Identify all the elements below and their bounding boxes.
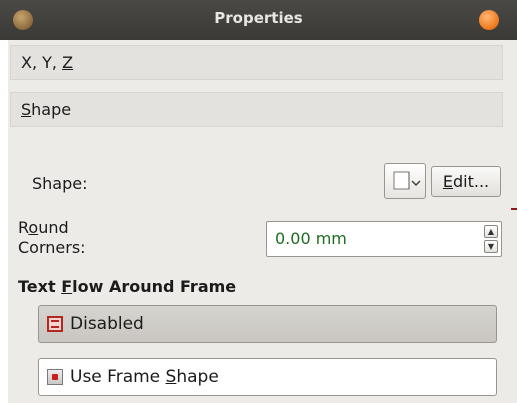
spin-down-icon[interactable]: ▼ — [484, 240, 498, 253]
edit-shape-button[interactable]: Edit... — [431, 166, 501, 197]
round-corners-spinbox[interactable]: 0.00 mm ▲ ▼ — [266, 221, 502, 257]
window-close-button[interactable] — [479, 10, 499, 30]
window-title: Properties — [214, 9, 303, 27]
disabled-icon — [47, 316, 63, 332]
spin-buttons: ▲ ▼ — [484, 225, 498, 253]
frame-shape-icon — [47, 369, 63, 385]
text-flow-frame-shape-label: Use Frame Shape — [70, 367, 219, 387]
section-xyz[interactable]: X, Y, Z — [10, 45, 503, 80]
edit-shape-label: Edit... — [442, 172, 490, 191]
section-shape[interactable]: Shape — [10, 92, 503, 127]
section-shape-label: Shape — [21, 100, 72, 119]
title-bar[interactable]: Properties — [0, 0, 517, 40]
properties-window: Properties X, Y, Z Shape Shape: Edit... … — [0, 0, 517, 403]
text-flow-disabled-label: Disabled — [70, 314, 144, 334]
round-corners-label: Round Corners: — [18, 218, 86, 257]
shape-picker-button[interactable] — [384, 163, 426, 199]
shape-icon — [393, 171, 421, 190]
edge-marker — [511, 208, 517, 210]
text-flow-disabled-option[interactable]: Disabled — [38, 305, 497, 343]
text-flow-group-title: Text Flow Around Frame — [18, 277, 237, 296]
text-flow-frame-shape-option[interactable]: Use Frame Shape — [38, 358, 497, 396]
spin-up-icon[interactable]: ▲ — [484, 225, 498, 238]
section-xyz-label: X, Y, Z — [21, 53, 74, 72]
shape-label: Shape: — [32, 174, 88, 193]
round-corners-value[interactable]: 0.00 mm — [275, 229, 347, 248]
